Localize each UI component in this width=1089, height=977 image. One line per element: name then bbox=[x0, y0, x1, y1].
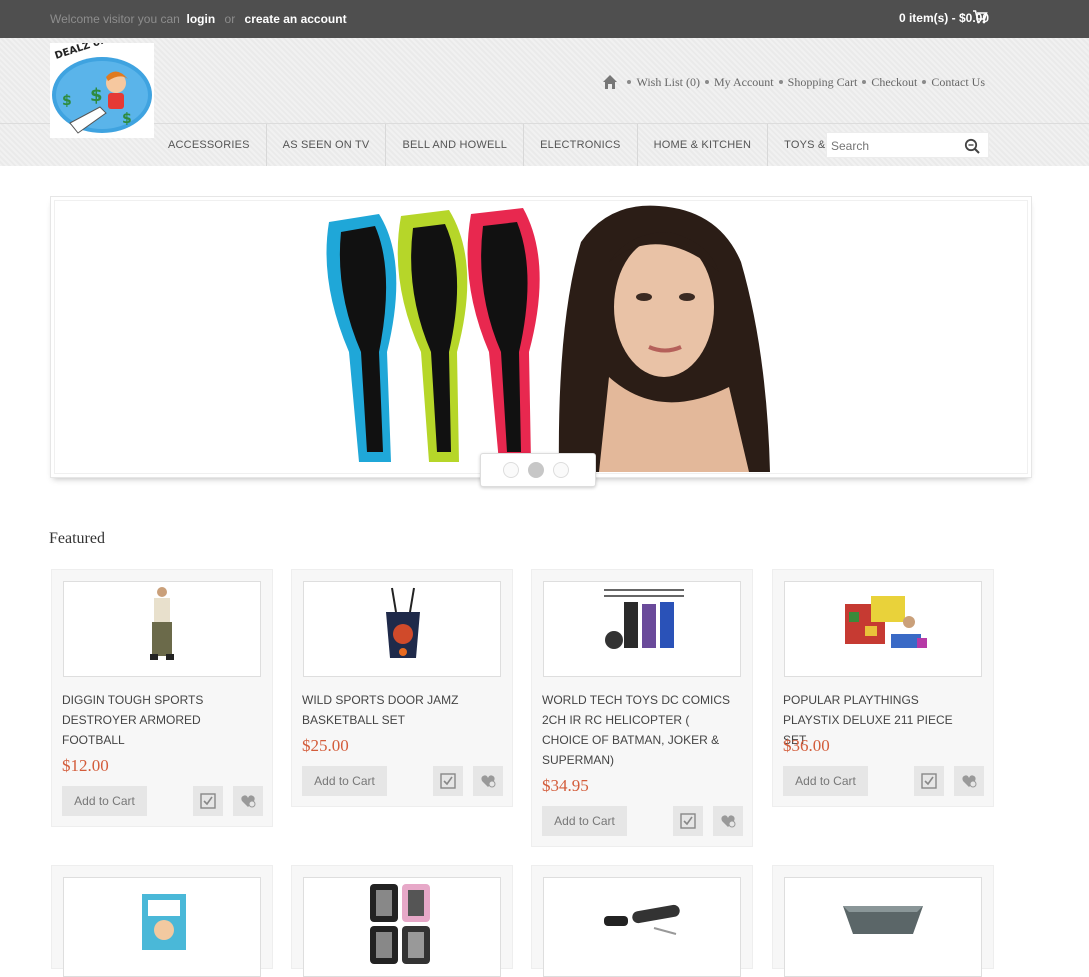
compare-button[interactable] bbox=[673, 806, 703, 836]
compare-icon bbox=[680, 813, 696, 829]
home-icon[interactable] bbox=[602, 74, 618, 90]
slider-dot-3[interactable] bbox=[553, 462, 569, 478]
product-price: $34.95 bbox=[542, 776, 589, 795]
search-input[interactable] bbox=[831, 137, 957, 155]
hair-brush-banner bbox=[309, 202, 770, 472]
menu-item-home-kitchen[interactable]: HOME & KITCHEN bbox=[638, 124, 769, 166]
product-name[interactable]: WORLD TECH TOYS DC COMICS 2CH IR RC HELI… bbox=[542, 690, 732, 770]
product-image[interactable] bbox=[303, 581, 501, 677]
store-logo[interactable]: $ $ $ DEALZ of DREAMS bbox=[50, 20, 154, 138]
product-card bbox=[51, 865, 273, 977]
link-separator bbox=[922, 80, 927, 84]
link-separator bbox=[627, 80, 632, 84]
link-separator bbox=[862, 80, 867, 84]
wishlist-heart-icon bbox=[721, 815, 736, 828]
product-name[interactable]: DIGGIN TOUGH SPORTS DESTROYER ARMORED FO… bbox=[62, 690, 252, 750]
product-image[interactable] bbox=[543, 581, 741, 677]
compare-icon bbox=[200, 793, 216, 809]
search-box bbox=[826, 132, 989, 158]
wishlist-button[interactable] bbox=[713, 806, 743, 836]
product-card bbox=[772, 865, 994, 977]
or-text: or bbox=[224, 12, 236, 26]
category-menu: ACCESSORIES AS SEEN ON TV BELL AND HOWEL… bbox=[154, 124, 885, 166]
wish-list-link[interactable]: Wish List (0) bbox=[636, 75, 700, 90]
slider-dot-1[interactable] bbox=[503, 462, 519, 478]
wishlist-heart-icon bbox=[481, 775, 496, 788]
welcome-message: Welcome visitor you can login or create … bbox=[50, 12, 347, 26]
contact-us-link[interactable]: Contact Us bbox=[931, 75, 985, 90]
login-link[interactable]: login bbox=[187, 12, 216, 26]
svg-text:$: $ bbox=[122, 111, 132, 127]
compare-icon bbox=[921, 773, 937, 789]
product-card: WORLD TECH TOYS DC COMICS 2CH IR RC HELI… bbox=[531, 569, 753, 847]
wishlist-button[interactable] bbox=[473, 766, 503, 796]
logo-image: $ $ $ DEALZ of DREAMS bbox=[52, 20, 154, 134]
compare-button[interactable] bbox=[193, 786, 223, 816]
compare-button[interactable] bbox=[433, 766, 463, 796]
link-separator bbox=[778, 80, 783, 84]
product-name[interactable]: WILD SPORTS DOOR JAMZ BASKETBALL SET bbox=[302, 690, 492, 730]
wishlist-button[interactable] bbox=[233, 786, 263, 816]
slider-pagination bbox=[480, 453, 596, 487]
product-card bbox=[531, 865, 753, 977]
wishlist-button[interactable] bbox=[954, 766, 984, 796]
product-price: $25.00 bbox=[302, 736, 349, 755]
compare-button[interactable] bbox=[914, 766, 944, 796]
add-to-cart-button[interactable]: Add to Cart bbox=[62, 786, 147, 816]
product-card: POPULAR PLAYTHINGS PLAYSTIX DELUXE 211 P… bbox=[772, 569, 994, 807]
wishlist-heart-icon bbox=[241, 795, 256, 808]
checkout-link[interactable]: Checkout bbox=[871, 75, 917, 90]
link-separator bbox=[704, 80, 709, 84]
product-image[interactable] bbox=[784, 581, 982, 677]
featured-heading: Featured bbox=[49, 530, 105, 547]
product-price: $12.00 bbox=[62, 756, 109, 775]
banner-slider bbox=[50, 196, 1032, 487]
compare-icon bbox=[440, 773, 456, 789]
add-to-cart-button[interactable]: Add to Cart bbox=[783, 766, 868, 796]
product-image[interactable] bbox=[303, 877, 501, 977]
product-card: WILD SPORTS DOOR JAMZ BASKETBALL SET $25… bbox=[291, 569, 513, 807]
product-image[interactable] bbox=[63, 877, 261, 977]
wishlist-heart-icon bbox=[962, 775, 977, 788]
svg-text:$: $ bbox=[62, 93, 72, 109]
cart-icon[interactable] bbox=[972, 9, 988, 25]
product-card: DIGGIN TOUGH SPORTS DESTROYER ARMORED FO… bbox=[51, 569, 273, 827]
my-account-link[interactable]: My Account bbox=[714, 75, 774, 90]
menu-item-electronics[interactable]: ELECTRONICS bbox=[524, 124, 638, 166]
slider-dot-2[interactable] bbox=[528, 462, 544, 478]
search-icon[interactable] bbox=[964, 138, 980, 154]
shopping-cart-link[interactable]: Shopping Cart bbox=[788, 75, 858, 90]
add-to-cart-button[interactable]: Add to Cart bbox=[542, 806, 627, 836]
product-price: $36.00 bbox=[783, 736, 830, 755]
menu-item-bell-and-howell[interactable]: BELL AND HOWELL bbox=[386, 124, 525, 166]
add-to-cart-button[interactable]: Add to Cart bbox=[302, 766, 387, 796]
welcome-text: Welcome visitor you can bbox=[50, 12, 180, 26]
svg-text:$: $ bbox=[90, 85, 103, 106]
top-bar: Welcome visitor you can login or create … bbox=[0, 0, 1089, 38]
header-links: Wish List (0) My Account Shopping Cart C… bbox=[602, 74, 985, 90]
menu-item-accessories[interactable]: ACCESSORIES bbox=[154, 124, 267, 166]
create-account-link[interactable]: create an account bbox=[245, 12, 347, 26]
product-image[interactable] bbox=[784, 877, 982, 977]
product-image[interactable] bbox=[63, 581, 261, 677]
product-card bbox=[291, 865, 513, 977]
menu-item-as-seen-on-tv[interactable]: AS SEEN ON TV bbox=[267, 124, 387, 166]
product-image[interactable] bbox=[543, 877, 741, 977]
slide-image[interactable] bbox=[309, 202, 770, 472]
